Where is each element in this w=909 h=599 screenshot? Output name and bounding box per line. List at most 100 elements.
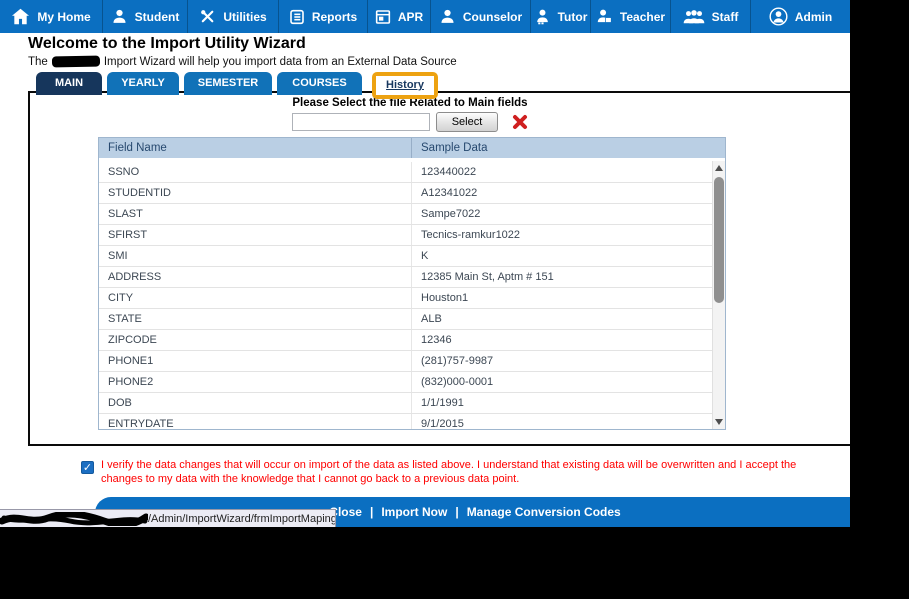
table-row: SMI K [99,246,712,267]
cell-field-name: ZIPCODE [108,334,157,346]
page-title: Welcome to the Import Utility Wizard [28,35,306,52]
nav-item-label: Counselor [462,9,523,24]
wizard-content-panel: Please Select the file Related to Main f… [28,91,850,446]
verify-statement: I verify the data changes that will occu… [101,459,797,485]
cell-sample-data: Houston1 [411,288,712,308]
cell-field-name: SMI [108,250,128,262]
staff-icon [683,9,705,25]
tab-main[interactable]: MAIN [36,72,102,95]
verify-checkbox[interactable]: ✓ [81,461,94,474]
cell-field-name: CITY [108,292,134,304]
table-row: SFIRST Tecnics-ramkur1022 [99,225,712,246]
nav-item-label: Student [134,9,180,24]
cell-field-name: ADDRESS [108,271,162,283]
reports-icon [289,9,305,25]
cell-field-name: SSNO [108,166,140,178]
import-now-link[interactable]: Import Now [373,505,455,519]
manage-conversion-codes-link[interactable]: Manage Conversion Codes [459,505,629,519]
cell-sample-data: (832)000-0001 [411,372,712,392]
nav-item-utilities[interactable]: Utilities [187,0,278,33]
counselor-icon [439,8,456,25]
cell-field-name: PHONE2 [108,376,154,388]
nav-item-student[interactable]: Student [102,0,187,33]
cell-field-name: STATE [108,313,142,325]
cell-sample-data: Tecnics-ramkur1022 [411,225,712,245]
status-url-text: /Admin/ImportWizard/frmImportMaping.aspx… [148,512,336,525]
top-navigation: My Home Student Utilities Reports APR Counsel… [0,0,850,33]
table-row: PHONE1 (281)757-9987 [99,351,712,372]
cell-sample-data: K [411,246,712,266]
application-window: My Home Student Utilities Reports APR Counsel… [0,0,909,599]
cell-field-name: DOB [108,397,132,409]
table-row: STUDENTID A12341022 [99,183,712,204]
tab-courses[interactable]: COURSES [277,72,362,95]
cell-sample-data: (281)757-9987 [411,351,712,371]
tab-semester[interactable]: SEMESTER [184,72,272,95]
nav-item-my-home[interactable]: My Home [0,0,102,33]
status-bar-url: /Admin/ImportWizard/frmImportMaping.aspx… [0,509,336,527]
table-row: ENTRYDATE 9/1/2015 [99,414,712,429]
cell-field-name: SLAST [108,208,143,220]
nav-item-apr[interactable]: APR [367,0,430,33]
cell-sample-data: 1/1/1991 [411,393,712,413]
subtitle-suffix: Import Wizard will help you import data … [103,56,457,68]
nav-item-label: APR [397,9,424,24]
page: My Home Student Utilities Reports APR Counsel… [0,0,850,527]
home-icon [11,8,30,25]
tab-yearly[interactable]: YEARLY [107,72,179,95]
table-body: SSNO 123440022 STUDENTID A12341022 SLAST Samp… [99,162,712,429]
nav-item-teacher[interactable]: Teacher [590,0,670,33]
teacher-icon [596,8,613,25]
subtitle-prefix: The [28,56,48,68]
file-path-input[interactable] [291,113,430,131]
cell-sample-data: A12341022 [411,183,712,203]
nav-item-label: Tutor [557,9,588,24]
nav-item-admin[interactable]: Admin [750,0,850,33]
nav-item-counselor[interactable]: Counselor [430,0,530,33]
tab-history[interactable]: History [376,76,434,95]
scroll-down-icon[interactable] [713,415,725,429]
clear-file-icon[interactable] [512,114,528,130]
cell-sample-data: ALB [411,309,712,329]
cell-sample-data: 123440022 [411,162,712,182]
table-row: CITY Houston1 [99,288,712,309]
table-row: SSNO 123440022 [99,162,712,183]
cell-sample-data: 12346 [411,330,712,350]
cell-sample-data: Sampe7022 [411,204,712,224]
table-row: SLAST Sampe7022 [99,204,712,225]
table-row: ZIPCODE 12346 [99,330,712,351]
column-header-sample-data: Sample Data [411,138,725,158]
table-scrollbar[interactable] [712,161,725,429]
nav-item-label: Admin [794,9,833,24]
column-header-field-name: Field Name [108,142,167,154]
file-select-row: Select [30,112,790,132]
select-file-button[interactable]: Select [435,112,499,132]
apr-icon [375,9,391,25]
nav-item-label: Reports [311,9,358,24]
admin-icon [769,7,788,26]
field-mapping-table: Field Name Sample Data SSNO 123440022 STUD… [98,137,726,430]
nav-item-tutor[interactable]: Tutor [530,0,590,33]
redaction-blob [51,55,100,68]
nav-item-staff[interactable]: Staff [670,0,750,33]
wizard-tab-bar: MAIN YEARLY SEMESTER COURSES History [36,68,438,99]
nav-item-label: Utilities [223,9,267,24]
nav-item-reports[interactable]: Reports [278,0,367,33]
table-row: PHONE2 (832)000-0001 [99,372,712,393]
cell-field-name: ENTRYDATE [108,418,174,429]
cell-sample-data: 12385 Main St, Aptm # 151 [411,267,712,287]
history-tab-highlight: History [372,72,438,99]
cell-field-name: SFIRST [108,229,148,241]
redacted-url-scribble [0,511,148,526]
student-icon [111,8,128,25]
cell-field-name: STUDENTID [108,187,171,199]
scrollbar-thumb[interactable] [714,177,724,303]
utilities-icon [199,8,216,25]
cell-field-name: PHONE1 [108,355,154,367]
table-row: ADDRESS 12385 Main St, Aptm # 151 [99,267,712,288]
tutor-icon [534,8,551,25]
table-row: DOB 1/1/1991 [99,393,712,414]
cell-sample-data: 9/1/2015 [411,414,712,429]
page-subtitle: The Import Wizard will help you import da… [28,55,457,68]
scroll-up-icon[interactable] [713,161,725,175]
